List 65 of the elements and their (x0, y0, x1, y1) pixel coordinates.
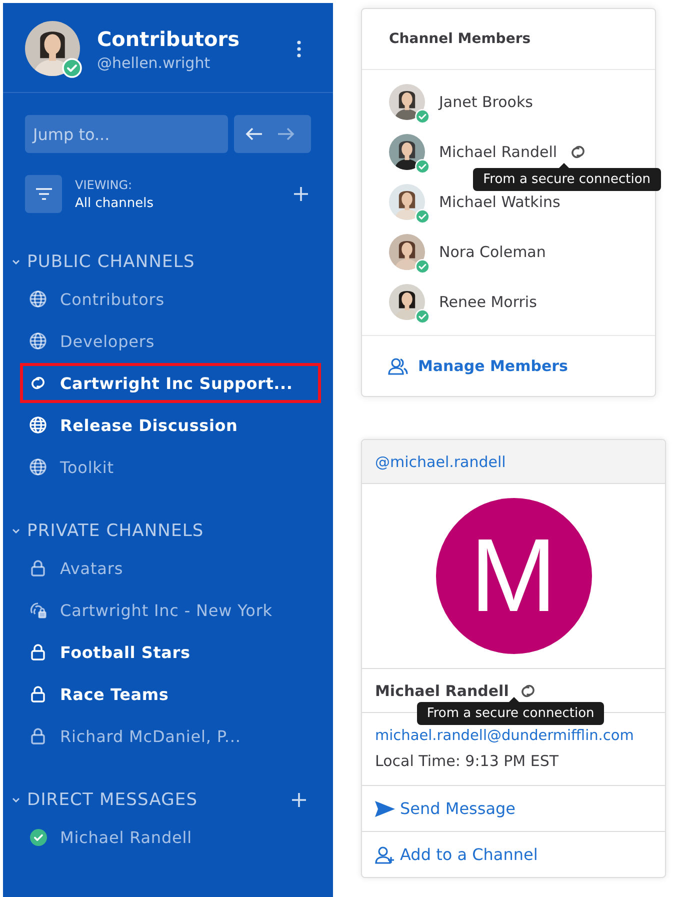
lock-icon (30, 727, 46, 745)
shared-lock-icon (29, 601, 47, 619)
member-name[interactable]: Michael Randell (439, 143, 558, 161)
section-title[interactable]: PRIVATE CHANNELS (27, 521, 204, 541)
member-name[interactable]: Janet Brooks (439, 93, 533, 111)
online-status-icon (415, 159, 430, 174)
avatar-initial: M (436, 498, 592, 654)
channel-item[interactable]: Football Stars (20, 632, 321, 672)
lock-icon (30, 685, 46, 703)
add-to-channel-link[interactable]: Add to a Channel (375, 845, 538, 864)
globe-icon (29, 416, 47, 434)
online-status-icon (415, 309, 430, 324)
globe-icon (29, 458, 47, 476)
lock-icon (30, 643, 46, 661)
member-name[interactable]: Michael Watkins (439, 193, 560, 211)
people-icon (388, 357, 408, 375)
section-title[interactable]: DIRECT MESSAGES (27, 790, 198, 810)
online-status-icon (415, 209, 430, 224)
channel-item[interactable]: Race Teams (20, 674, 321, 714)
member-name[interactable]: Nora Coleman (439, 243, 546, 261)
caret-icon[interactable] (11, 257, 21, 267)
online-status-icon (415, 259, 430, 274)
globe-icon (29, 290, 47, 308)
online-status-icon (415, 109, 430, 124)
send-icon (375, 800, 395, 816)
globe-icon (29, 332, 47, 350)
add-icon[interactable] (293, 186, 309, 202)
member-name[interactable]: Renee Morris (439, 293, 537, 311)
username-link[interactable]: @michael.randell (362, 440, 665, 484)
username: @hellen.wright (97, 54, 212, 72)
caret-icon[interactable] (11, 526, 21, 536)
shared-user-icon (569, 143, 588, 161)
channel-item[interactable]: Michael Randell (20, 817, 321, 857)
tooltip: From a secure connection (473, 163, 661, 191)
filter-label: VIEWING: (75, 178, 134, 192)
team-name: Contributors (97, 26, 241, 52)
channel-item[interactable]: Release Discussion (20, 405, 321, 445)
online-status-icon (30, 828, 46, 846)
card-title: Channel Members (362, 9, 655, 70)
back-icon[interactable] (244, 126, 264, 142)
filter-icon (34, 187, 52, 201)
channel-item[interactable]: Toolkit (20, 447, 321, 487)
email-link[interactable]: michael.randell@dundermifflin.com (375, 728, 665, 744)
tooltip: From a secure connection (416, 696, 604, 724)
add-user-icon (375, 846, 395, 864)
send-message-link[interactable]: Send Message (375, 799, 516, 818)
full-name: Michael Randell (375, 682, 509, 700)
local-time: Local Time: 9:13 PM EST (375, 752, 560, 770)
channel-item[interactable]: Cartwright Inc Support... (20, 363, 321, 403)
online-status-icon (62, 58, 82, 78)
channel-item[interactable]: Avatars (20, 548, 321, 588)
manage-members-link[interactable]: Manage Members (388, 357, 568, 375)
filter-value: All channels (75, 196, 154, 210)
search-field[interactable]: Jump to... (25, 115, 228, 153)
shared-channel-icon (29, 374, 47, 392)
more-icon[interactable] (297, 40, 301, 58)
caret-icon[interactable] (11, 795, 21, 805)
channel-item[interactable]: Developers (20, 321, 321, 361)
add-icon[interactable] (291, 792, 307, 808)
channel-item[interactable]: Contributors (20, 279, 321, 319)
section-title[interactable]: PUBLIC CHANNELS (27, 252, 195, 272)
channel-item[interactable]: Cartwright Inc - New York (20, 590, 321, 630)
lock-icon (30, 559, 46, 577)
channel-item[interactable]: Richard McDaniel, P... (20, 716, 321, 756)
filter-button[interactable] (25, 175, 62, 213)
